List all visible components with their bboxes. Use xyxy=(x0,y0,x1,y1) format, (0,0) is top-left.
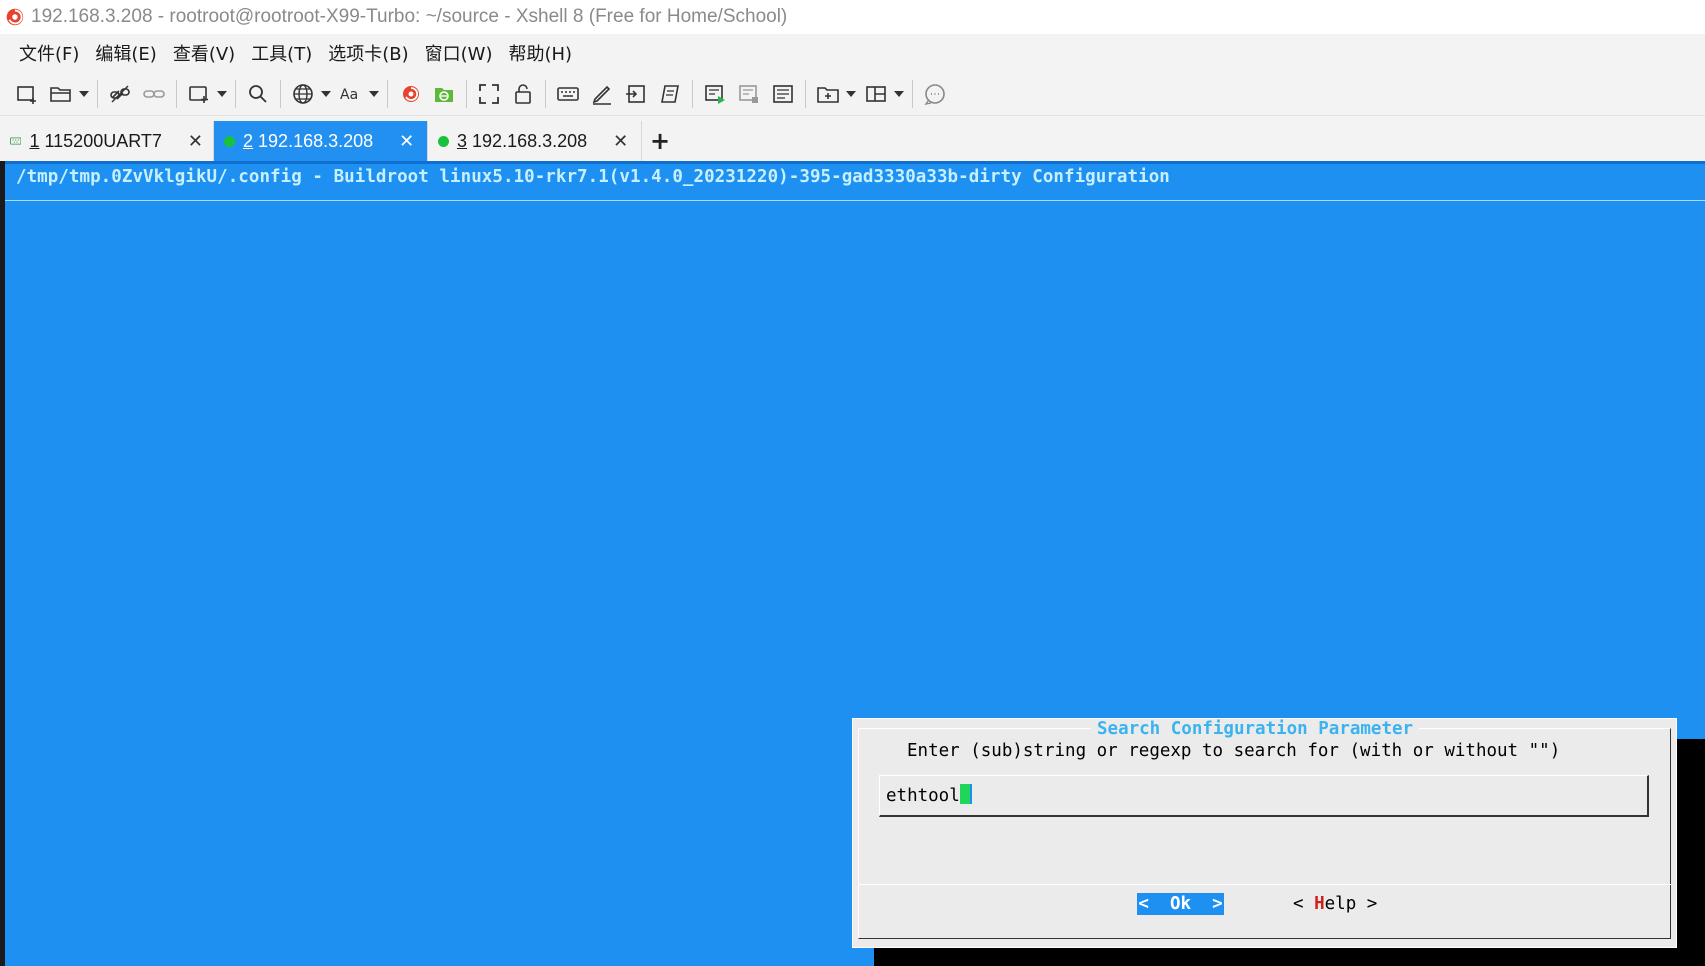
font-icon[interactable]: Aa xyxy=(336,79,366,109)
globe-icon[interactable] xyxy=(288,79,318,109)
notes-icon[interactable] xyxy=(768,79,798,109)
menu-tools[interactable]: 工具(T) xyxy=(243,37,320,69)
help-button[interactable]: < Help > xyxy=(1293,893,1377,915)
start-recording-icon[interactable] xyxy=(700,79,730,109)
toolbar: Aa xyxy=(0,72,1705,116)
toolbar-separator xyxy=(387,79,388,108)
fullscreen-icon[interactable] xyxy=(474,79,504,109)
search-dialog: Search Configuration Parameter Enter (su… xyxy=(852,718,1677,948)
chevron-down-icon[interactable] xyxy=(845,79,857,109)
tab-session-3[interactable]: 3 192.168.3.208 ✕ xyxy=(428,121,642,161)
dialog-prompt: Enter (sub)string or regexp to search fo… xyxy=(907,741,1561,761)
menu-tabs[interactable]: 选项卡(B) xyxy=(320,37,416,69)
chevron-down-icon[interactable] xyxy=(368,79,380,109)
toolbar-separator xyxy=(235,79,236,108)
tab-label: 192.168.3.208 xyxy=(258,130,374,151)
serial-port-icon xyxy=(10,137,22,145)
dialog-title: Search Configuration Parameter xyxy=(1091,719,1420,739)
new-window-icon[interactable] xyxy=(184,79,214,109)
chevron-down-icon[interactable] xyxy=(78,79,90,109)
chevron-down-icon[interactable] xyxy=(320,79,332,109)
tab-label: 192.168.3.208 xyxy=(472,130,588,151)
link-icon[interactable] xyxy=(139,79,169,109)
search-input-box[interactable] xyxy=(879,775,1649,817)
dialog-divider xyxy=(858,884,1671,885)
search-input[interactable]: ethtool xyxy=(886,784,972,806)
header-rule xyxy=(5,200,1705,201)
login-icon[interactable] xyxy=(621,79,651,109)
menu-help[interactable]: 帮助(H) xyxy=(500,37,580,69)
chat-icon[interactable] xyxy=(920,79,950,109)
help-hotkey: H xyxy=(1314,894,1325,914)
terminal-left-edge xyxy=(0,161,5,966)
toolbar-separator xyxy=(280,79,281,108)
toolbar-separator xyxy=(692,79,693,108)
tab-session-2[interactable]: 2 192.168.3.208 ✕ xyxy=(214,121,428,161)
xftp-icon[interactable] xyxy=(429,79,459,109)
new-session-icon[interactable] xyxy=(12,79,42,109)
menu-window[interactable]: 窗口(W) xyxy=(417,37,501,69)
open-folder-icon[interactable] xyxy=(46,79,76,109)
svg-text:Aa: Aa xyxy=(340,87,358,103)
tab-number: 2 xyxy=(243,130,254,151)
pen-icon[interactable] xyxy=(587,79,617,109)
script-icon[interactable] xyxy=(655,79,685,109)
new-tab-icon[interactable] xyxy=(813,79,843,109)
help-rest: elp > xyxy=(1324,894,1378,914)
xshell-icon[interactable] xyxy=(395,79,425,109)
toolbar-separator xyxy=(912,79,913,108)
keyboard-icon[interactable] xyxy=(553,79,583,109)
menu-bar: 文件(F) 编辑(E) 查看(V) 工具(T) 选项卡(B) 窗口(W) 帮助(… xyxy=(0,36,1705,69)
layout-icon[interactable] xyxy=(861,79,891,109)
close-icon[interactable]: ✕ xyxy=(399,131,414,152)
toolbar-separator xyxy=(545,79,546,108)
close-icon[interactable]: ✕ xyxy=(613,131,628,152)
xshell-app-icon xyxy=(6,8,24,26)
search-icon[interactable] xyxy=(243,79,273,109)
search-input-value: ethtool xyxy=(886,786,960,806)
help-prefix: < xyxy=(1293,894,1315,914)
toolbar-separator xyxy=(97,79,98,108)
stop-recording-icon[interactable] xyxy=(734,79,764,109)
session-tab-bar: 1 115200UART7 ✕ 2 192.168.3.208 ✕ 3 192.… xyxy=(0,121,1705,161)
lock-icon[interactable] xyxy=(508,79,538,109)
menu-file[interactable]: 文件(F) xyxy=(11,37,87,69)
text-cursor xyxy=(959,784,972,804)
tab-number: 1 xyxy=(29,130,40,151)
chevron-down-icon[interactable] xyxy=(216,79,228,109)
title-bar: 192.168.3.208 - rootroot@rootroot-X99-Tu… xyxy=(0,0,1705,34)
toolbar-separator xyxy=(176,79,177,108)
terminal-view[interactable]: /tmp/tmp.0ZvVklgikU/.config - Buildroot … xyxy=(0,161,1705,966)
tab-label: 115200UART7 xyxy=(44,130,162,151)
menu-edit[interactable]: 编辑(E) xyxy=(87,37,164,69)
chevron-down-icon[interactable] xyxy=(893,79,905,109)
terminal-top-border xyxy=(0,161,1705,164)
tab-number: 3 xyxy=(457,130,468,151)
toolbar-separator xyxy=(466,79,467,108)
menuconfig-header: /tmp/tmp.0ZvVklgikU/.config - Buildroot … xyxy=(16,167,1170,187)
close-icon[interactable]: ✕ xyxy=(188,131,203,152)
menu-view[interactable]: 查看(V) xyxy=(165,37,243,69)
tab-session-1[interactable]: 1 115200UART7 ✕ xyxy=(0,121,214,161)
toolbar-separator xyxy=(805,79,806,108)
connected-status-icon xyxy=(438,135,449,147)
ok-button[interactable]: < Ok > xyxy=(1137,893,1224,915)
add-tab-button[interactable]: + xyxy=(642,121,678,161)
window-title: 192.168.3.208 - rootroot@rootroot-X99-Tu… xyxy=(31,6,788,27)
connected-status-icon xyxy=(224,135,235,147)
disconnect-icon[interactable] xyxy=(105,79,135,109)
